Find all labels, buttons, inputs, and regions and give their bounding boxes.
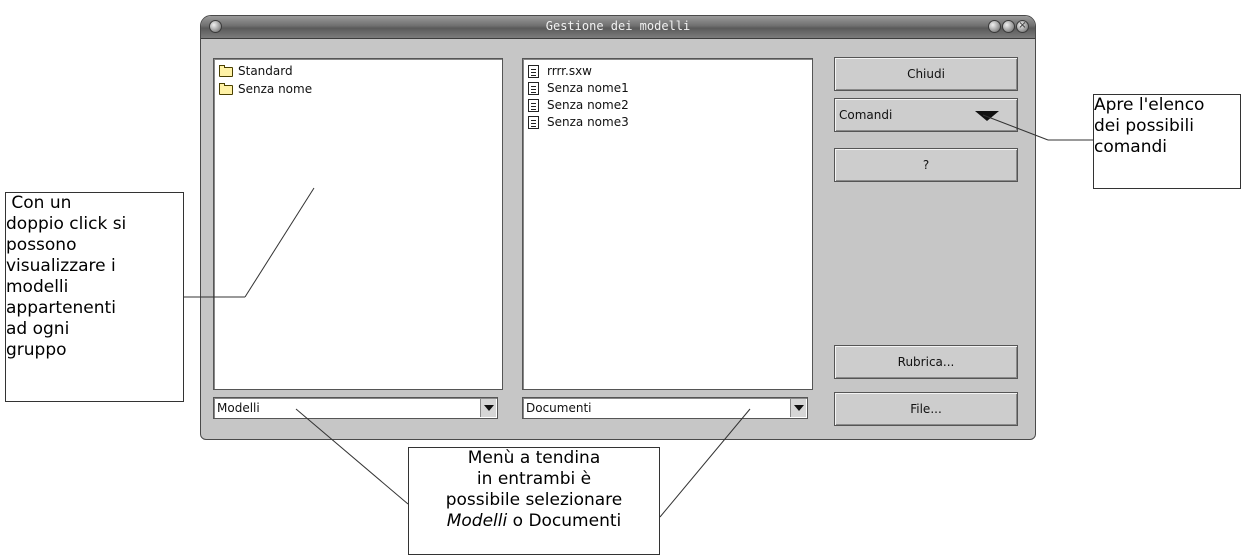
callout-line: in entrambi è: [476, 469, 592, 489]
callout-line: visualizzare i: [6, 256, 116, 276]
callout-line: comandi: [1094, 137, 1168, 157]
callout-line: ad ogni: [6, 319, 70, 339]
connector-line: [295, 408, 409, 505]
callout-line: Menù a tendina: [467, 448, 601, 468]
callout-line: Con un: [6, 193, 72, 213]
callout-line: Apre l'elenco: [1094, 95, 1205, 115]
italic-word: Modelli: [446, 511, 508, 531]
callout-text: o Documenti: [507, 511, 622, 531]
connector-line: [659, 408, 751, 518]
doubleclick-callout: Con un doppio click si possono visualizz…: [5, 192, 184, 402]
callout-line: appartenenti: [6, 298, 116, 318]
callout-line: possibile selezionare: [445, 490, 623, 510]
callout-line: modelli: [6, 277, 69, 297]
callout-line: possono: [6, 235, 77, 255]
dropdown-callout: Menù a tendina in entrambi è possibile s…: [408, 447, 660, 555]
commands-callout: Apre l'elenco dei possibili comandi: [1093, 94, 1241, 189]
callout-line: dei possibili: [1094, 116, 1194, 136]
callout-line: gruppo: [6, 340, 67, 360]
callout-line: Modelli o Documenti: [409, 511, 659, 532]
connector-line: [982, 114, 1049, 141]
callout-line: doppio click si: [6, 214, 127, 234]
connector-line: [244, 187, 315, 298]
